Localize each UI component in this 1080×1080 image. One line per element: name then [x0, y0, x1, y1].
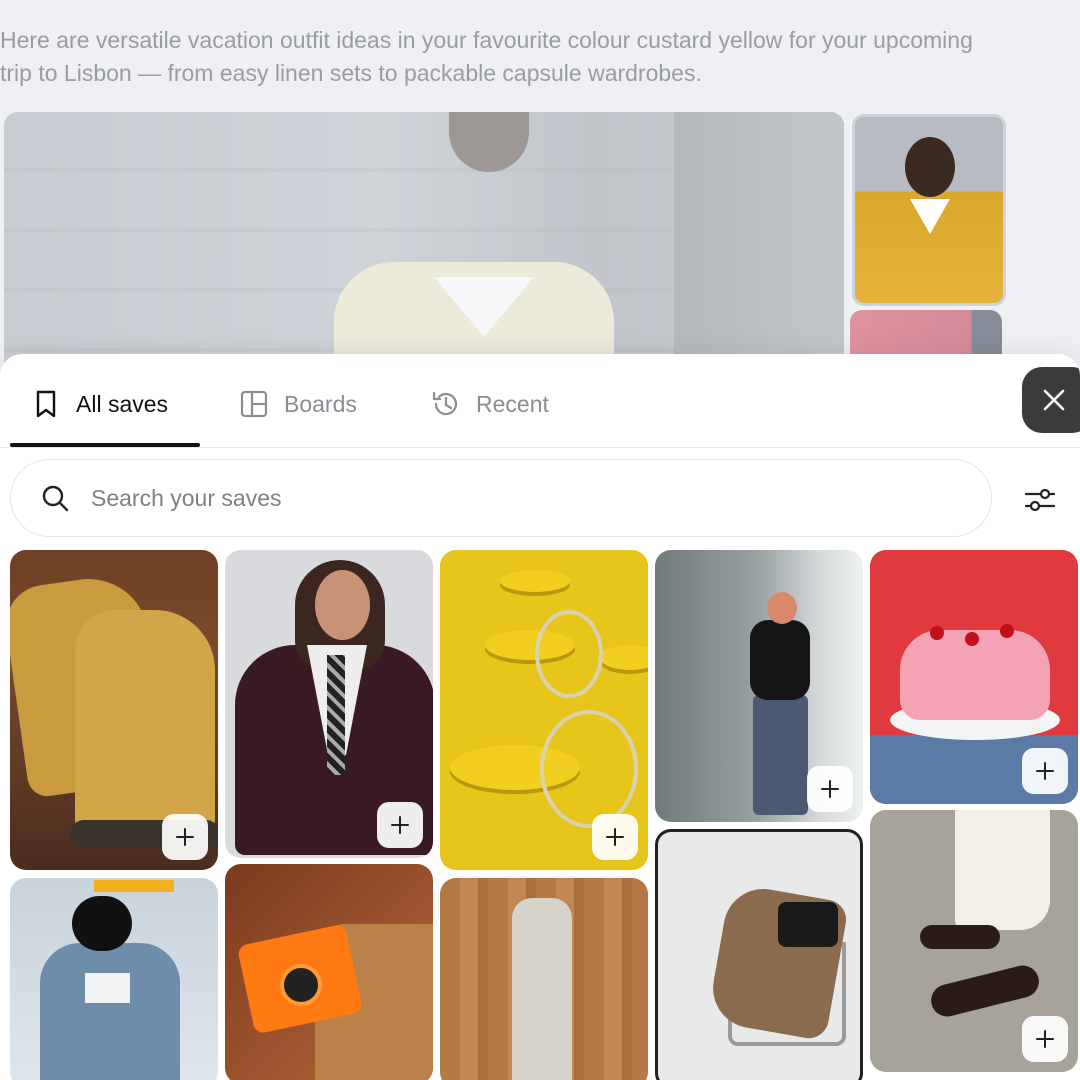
saved-pin-mesh-flats[interactable]: [870, 810, 1078, 1072]
tab-all-saves[interactable]: All saves: [30, 384, 168, 424]
plus-icon: [606, 828, 624, 846]
outfit-thumbnail-yellow-blazer[interactable]: [852, 114, 1006, 306]
saved-pin-orange-camera[interactable]: [225, 864, 433, 1080]
close-button[interactable]: [1022, 367, 1080, 433]
filter-button[interactable]: [1018, 478, 1062, 522]
saves-panel: All saves Boards Recent: [0, 354, 1080, 1080]
plus-icon: [1036, 762, 1054, 780]
saved-pin-yellow-chairs[interactable]: [440, 550, 648, 870]
saved-pin-chair-pose[interactable]: [655, 829, 863, 1080]
tab-label: Boards: [284, 390, 357, 417]
add-to-board-button[interactable]: [162, 814, 208, 860]
saves-tabs: All saves Boards Recent: [0, 354, 1000, 448]
saved-pin-white-outfit[interactable]: [440, 878, 648, 1080]
close-icon: [1043, 389, 1065, 411]
search-input[interactable]: [89, 483, 893, 513]
bookmark-icon: [36, 390, 56, 418]
tab-label: Recent: [476, 390, 549, 417]
plus-icon: [176, 828, 194, 846]
hero-outfit-image[interactable]: [4, 112, 844, 372]
tab-recent[interactable]: Recent: [430, 384, 549, 424]
search-bar[interactable]: [10, 459, 992, 537]
saved-pin-street-style[interactable]: [655, 550, 863, 822]
add-to-board-button[interactable]: [807, 766, 853, 812]
tab-label: All saves: [76, 390, 169, 417]
assistant-message: Here are versatile vacation outfit ideas…: [0, 27, 973, 86]
add-to-board-button[interactable]: [1022, 748, 1068, 794]
history-icon: [432, 391, 458, 416]
saved-pin-burgundy-suit[interactable]: [225, 550, 433, 858]
plus-icon: [821, 780, 839, 798]
tabs-divider: [0, 447, 1080, 448]
saved-pin-yellow-boots[interactable]: [10, 550, 218, 870]
plus-icon: [1036, 1030, 1054, 1048]
sliders-icon: [1024, 488, 1056, 512]
add-to-board-button[interactable]: [1022, 1016, 1068, 1062]
plus-icon: [391, 816, 409, 834]
add-to-board-button[interactable]: [377, 802, 423, 848]
saved-pin-cherry-cake[interactable]: [870, 550, 1078, 804]
add-to-board-button[interactable]: [592, 814, 638, 860]
board-layout-icon: [240, 390, 268, 418]
saved-pin-denim-jacket[interactable]: [10, 878, 218, 1080]
search-icon: [42, 485, 69, 512]
tab-boards[interactable]: Boards: [238, 384, 357, 424]
